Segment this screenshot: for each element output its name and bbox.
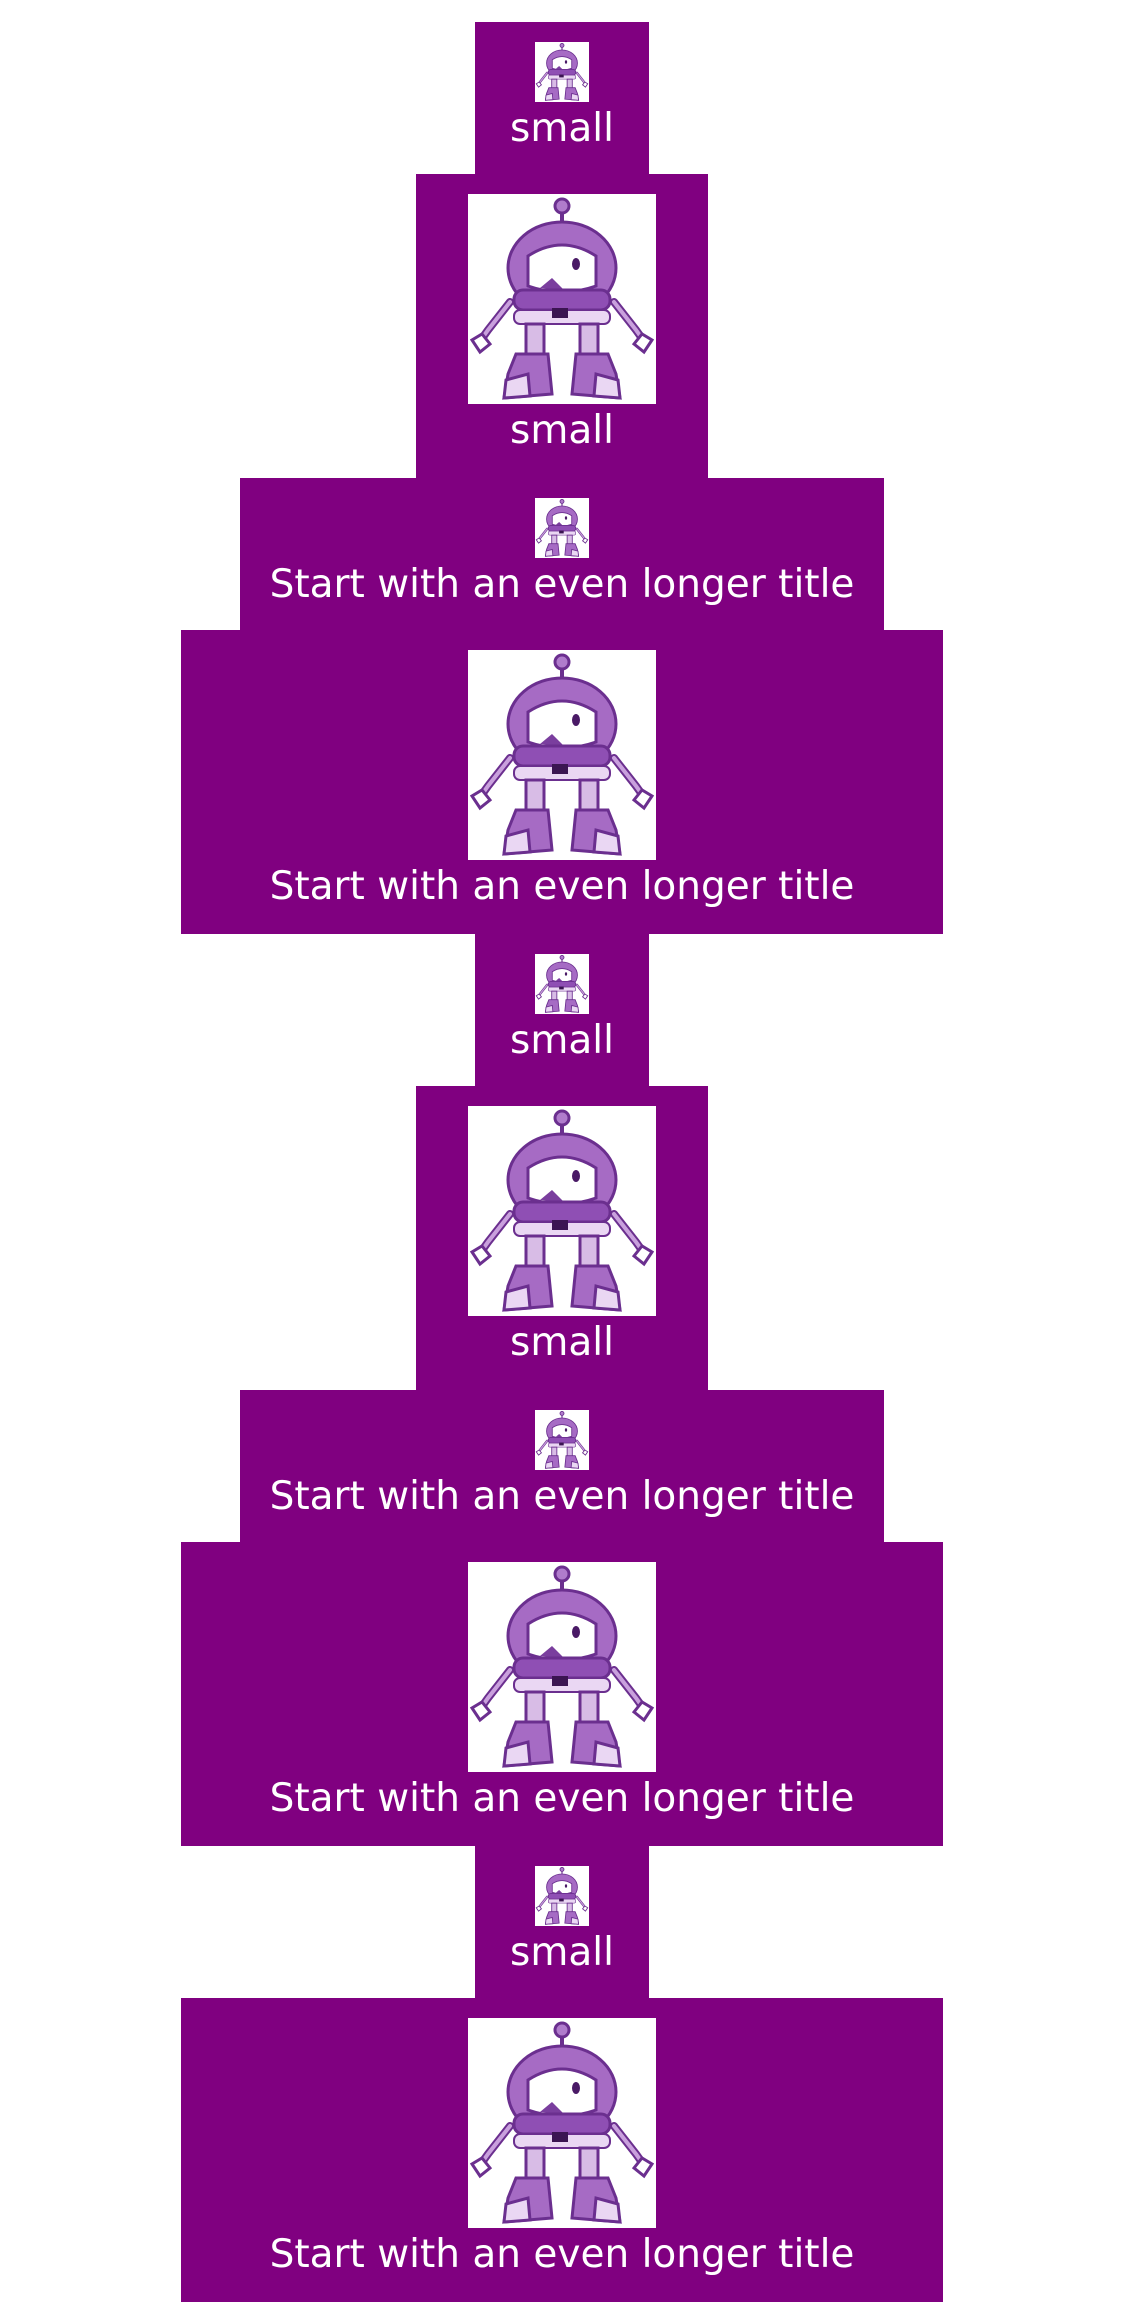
card-long-large-image: Start with an even longer title xyxy=(181,1542,943,1846)
card-stack: small small Start with an even longer ti… xyxy=(0,22,1124,2302)
robot-mascot-icon xyxy=(535,498,589,558)
card-long-small-image: Start with an even longer title xyxy=(240,478,884,630)
robot-mascot-icon xyxy=(468,194,656,404)
card-long-large-image: Start with an even longer title xyxy=(181,1998,943,2302)
card-title: small xyxy=(510,1320,614,1365)
card-long-large-image: Start with an even longer title xyxy=(181,630,943,934)
robot-mascot-icon xyxy=(468,1106,656,1316)
card-title: small xyxy=(510,106,614,151)
card-small-small-image: small xyxy=(475,22,649,174)
card-small-small-image: small xyxy=(475,1846,649,1998)
card-small-large-image: small xyxy=(416,1086,708,1390)
card-title: Start with an even longer title xyxy=(269,1776,855,1821)
robot-mascot-icon xyxy=(535,1410,589,1470)
robot-mascot-icon xyxy=(468,650,656,860)
card-title: Start with an even longer title xyxy=(269,2232,855,2277)
robot-mascot-icon xyxy=(468,1562,656,1772)
card-title: Start with an even longer title xyxy=(269,562,855,607)
card-title: Start with an even longer title xyxy=(269,1474,855,1519)
robot-mascot-icon xyxy=(468,2018,656,2228)
card-title: Start with an even longer title xyxy=(269,864,855,909)
card-title: small xyxy=(510,408,614,453)
card-long-small-image: Start with an even longer title xyxy=(240,1390,884,1542)
card-title: small xyxy=(510,1018,614,1063)
robot-mascot-icon xyxy=(535,42,589,102)
card-small-small-image: small xyxy=(475,934,649,1086)
card-small-large-image: small xyxy=(416,174,708,478)
robot-mascot-icon xyxy=(535,1866,589,1926)
card-title: small xyxy=(510,1930,614,1975)
robot-mascot-icon xyxy=(535,954,589,1014)
